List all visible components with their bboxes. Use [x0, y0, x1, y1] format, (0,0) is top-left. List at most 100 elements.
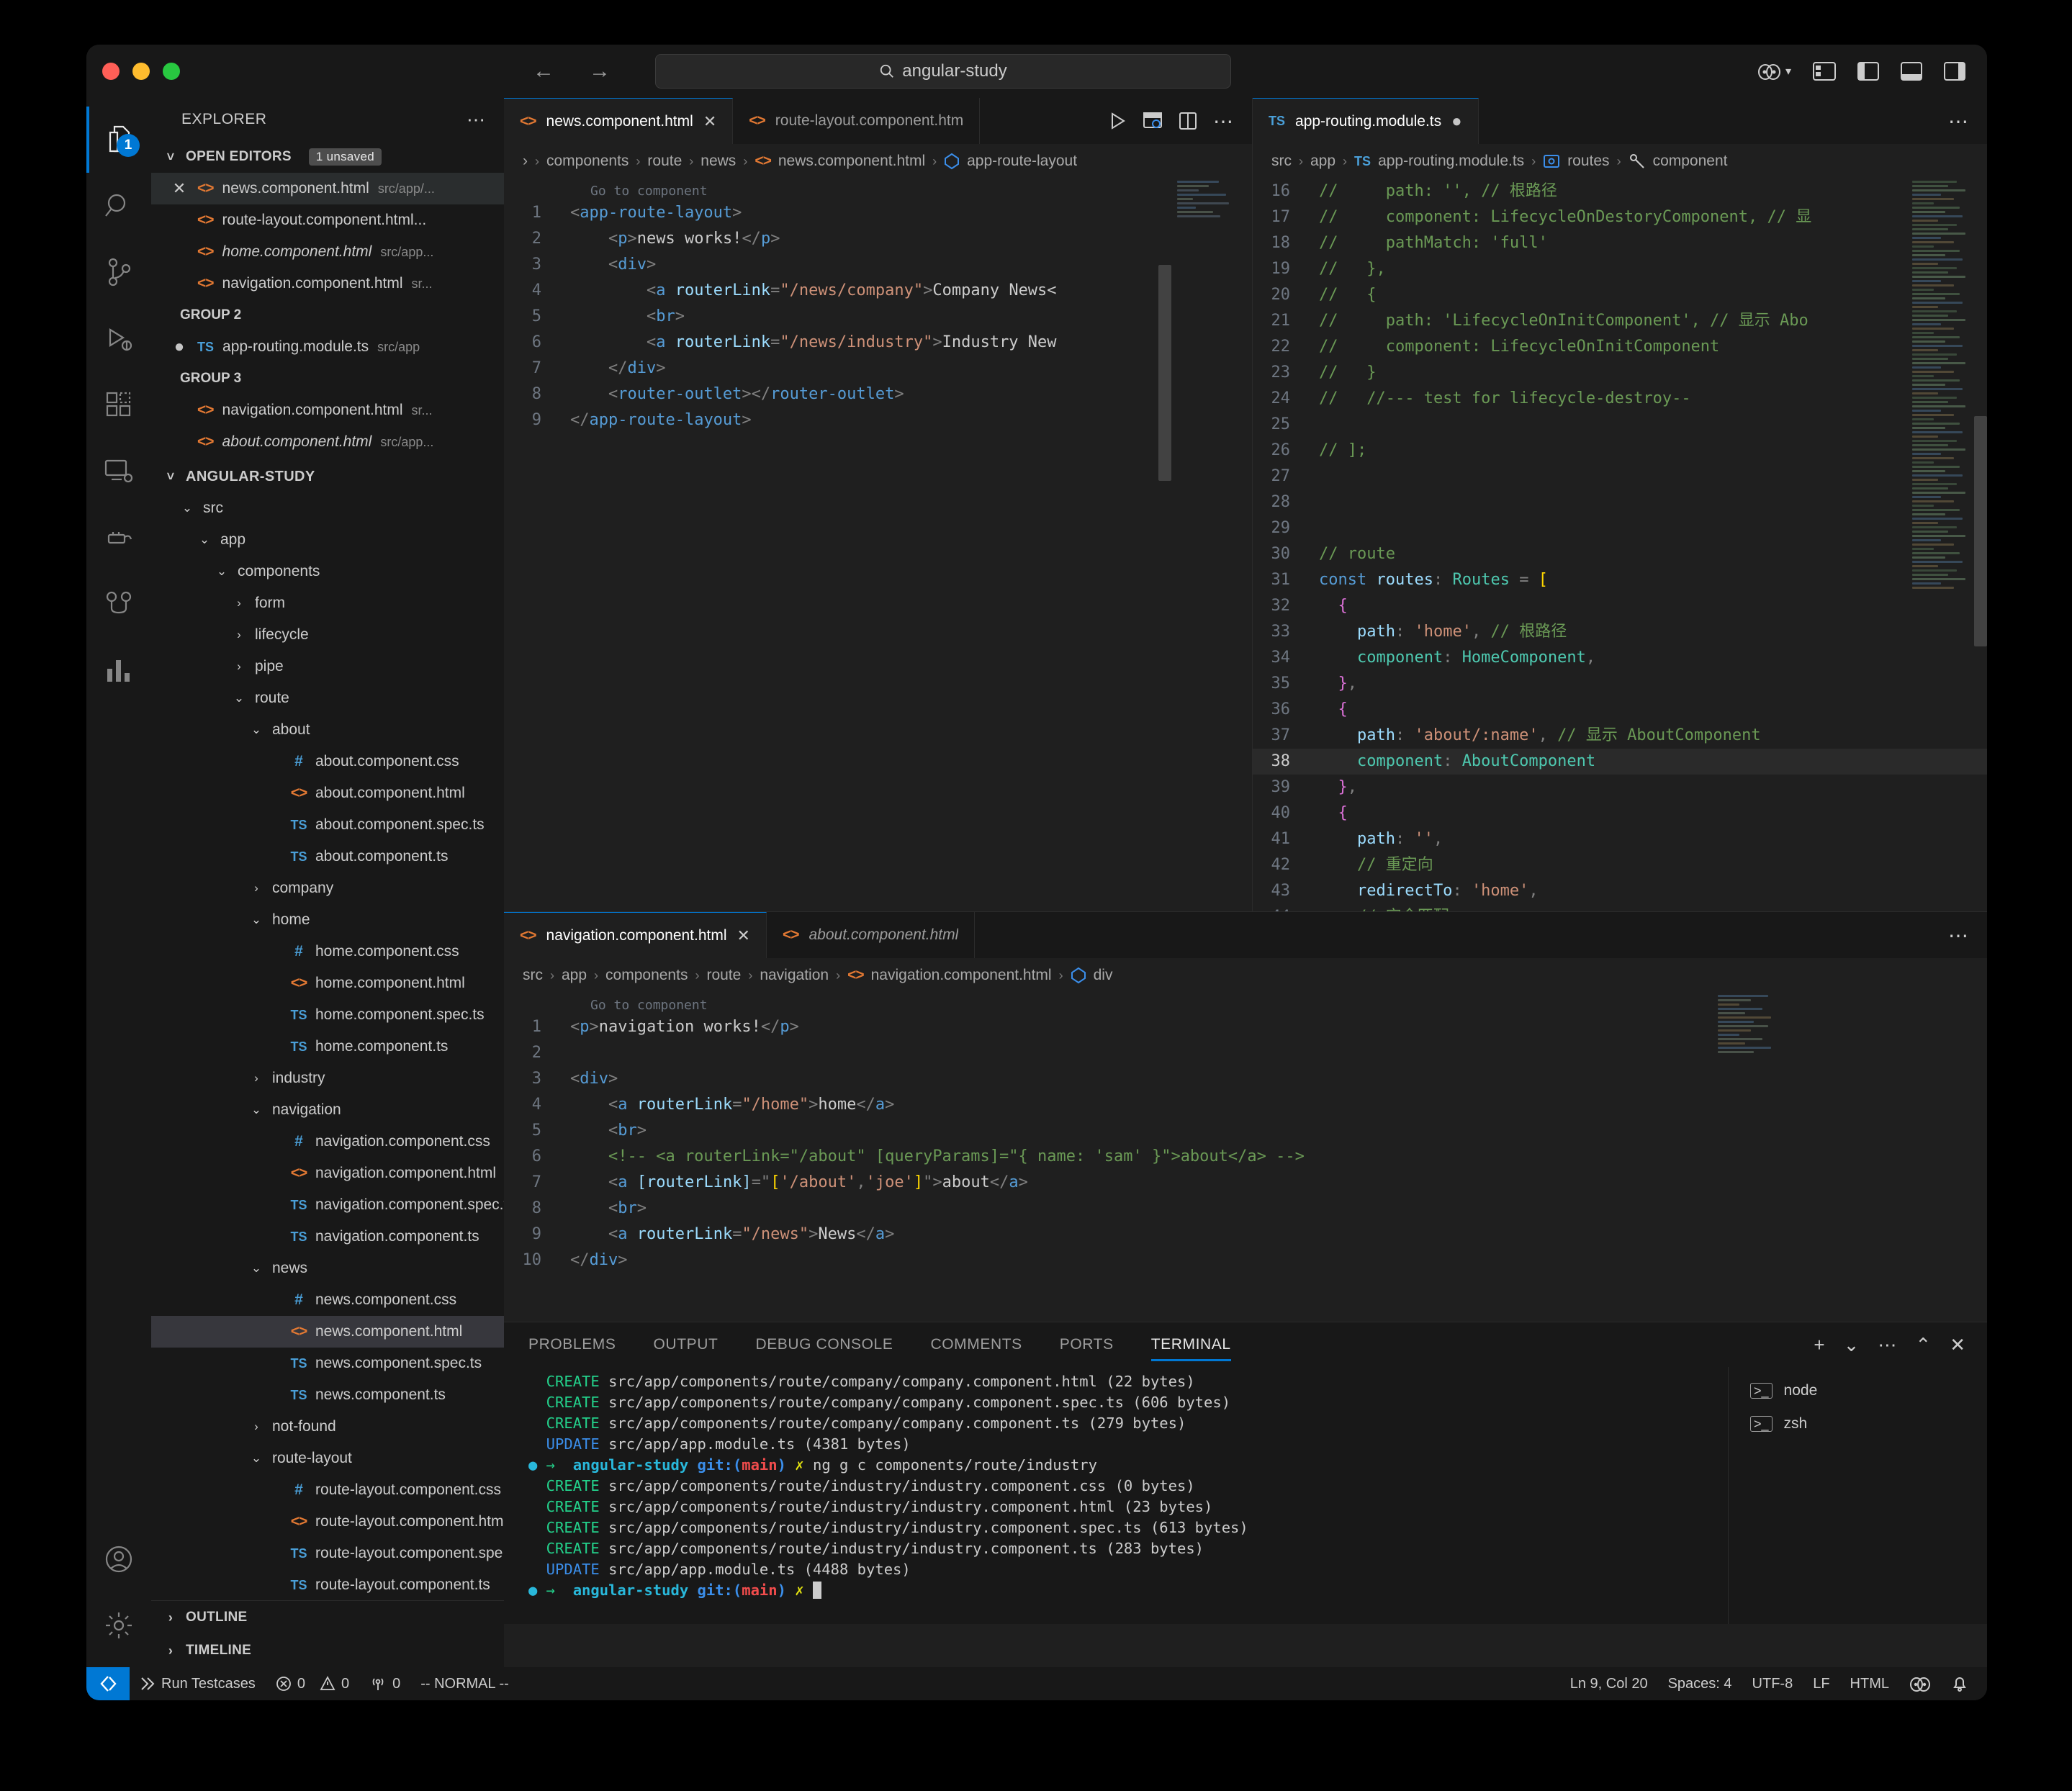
code-line[interactable]: 24// //--- test for lifecycle-destroy--	[1253, 386, 1987, 412]
code-line[interactable]: 17// component: LifecycleOnDestoryCompon…	[1253, 204, 1987, 230]
close-icon[interactable]: ✕	[737, 926, 750, 945]
code-line[interactable]: 41 path: '',	[1253, 826, 1987, 852]
tree-item-industry[interactable]: ›industry	[151, 1063, 504, 1094]
code-line[interactable]: 33 path: 'home', // 根路径	[1253, 619, 1987, 645]
activity-item-testing[interactable]	[86, 570, 151, 636]
tree-item-not-found[interactable]: ›not-found	[151, 1411, 504, 1443]
tree-item-app[interactable]: ⌄app	[151, 524, 504, 556]
minimap[interactable]	[1173, 179, 1252, 911]
panel-tab-comments[interactable]: COMMENTS	[930, 1322, 1022, 1367]
code-line[interactable]: 27	[1253, 464, 1987, 490]
breadcrumb-item[interactable]: navigation.component.html	[871, 967, 1052, 984]
tree-item-form[interactable]: ›form	[151, 587, 504, 619]
tree-item-news[interactable]: ⌄news	[151, 1253, 504, 1284]
code-line[interactable]: 42 // 重定向	[1253, 852, 1987, 878]
tree-item-news-component-html[interactable]: <>news.component.html	[151, 1316, 504, 1348]
code-line[interactable]: 34 component: HomeComponent,	[1253, 645, 1987, 671]
breadcrumb-item[interactable]: components	[546, 153, 629, 170]
code-lines[interactable]: 16// path: '', // 根路径17// component: Lif…	[1253, 179, 1987, 911]
maximize-window-button[interactable]	[163, 63, 180, 80]
panel-tab-ports[interactable]: PORTS	[1060, 1322, 1114, 1367]
activity-item-docker[interactable]	[86, 504, 151, 570]
breadcrumb-item[interactable]: ›	[523, 153, 528, 170]
tab-navigation-component-html[interactable]: <> navigation.component.html ✕	[504, 912, 767, 958]
tree-item-navigation-component-css[interactable]: #navigation.component.css	[151, 1126, 504, 1158]
close-panel-icon[interactable]: ✕	[1950, 1334, 1965, 1356]
run-icon[interactable]	[1109, 112, 1127, 130]
editor-group-3-breadcrumb[interactable]: src › app › components › route › navigat…	[504, 958, 1987, 993]
dirty-indicator-icon[interactable]: ●	[1451, 113, 1462, 130]
panel-tab-terminal[interactable]: TERMINAL	[1151, 1322, 1231, 1367]
timeline-section[interactable]: › TIMELINE	[151, 1634, 504, 1667]
status-eol[interactable]: LF	[1803, 1667, 1839, 1700]
terminal-instance-list[interactable]: >_node>_zsh	[1728, 1367, 1987, 1624]
code-line[interactable]: 28	[1253, 490, 1987, 515]
tab-about-component-html[interactable]: <> about.component.html	[767, 912, 975, 958]
open-editor-row[interactable]: ● TS app-routing.module.ts src/app	[151, 331, 504, 363]
tree-item-about-component-spec-ts[interactable]: TSabout.component.spec.ts	[151, 809, 504, 841]
more-actions-icon[interactable]: ⋯	[1948, 924, 1970, 947]
tree-item-news-component-css[interactable]: #news.component.css	[151, 1284, 504, 1316]
open-editor-row[interactable]: <> home.component.html src/app...	[151, 236, 504, 268]
status-encoding[interactable]: UTF-8	[1742, 1667, 1803, 1700]
tree-item-components[interactable]: ⌄components	[151, 556, 504, 587]
tree-item-company[interactable]: ›company	[151, 872, 504, 904]
panel-tab-output[interactable]: OUTPUT	[654, 1322, 719, 1367]
breadcrumb-item[interactable]: app	[562, 967, 587, 984]
more-actions-icon[interactable]: ⋯	[1213, 109, 1235, 133]
activity-item-charts[interactable]	[86, 636, 151, 703]
tree-item-src[interactable]: ⌄src	[151, 492, 504, 524]
split-editor-icon[interactable]	[1179, 112, 1197, 130]
status-errors[interactable]: 0 0	[266, 1667, 359, 1700]
minimize-window-button[interactable]	[132, 63, 150, 80]
code-line[interactable]: 3 <div>	[504, 252, 1252, 278]
code-line[interactable]: 38 component: AboutComponent	[1253, 749, 1987, 775]
project-root-header[interactable]: ˅ ANGULAR-STUDY	[151, 461, 504, 492]
breadcrumb-item[interactable]: news.component.html	[778, 153, 925, 170]
tree-item-route-layout-component-css[interactable]: #route-layout.component.css	[151, 1474, 504, 1506]
status-run-testcases[interactable]: Run Testcases	[130, 1667, 266, 1700]
panel-tab-problems[interactable]: PROBLEMS	[528, 1322, 616, 1367]
tab-news-component-html[interactable]: <> news.component.html ✕	[504, 98, 733, 144]
breadcrumb-item[interactable]: component	[1653, 153, 1728, 170]
tree-item-home-component-css[interactable]: #home.component.css	[151, 936, 504, 967]
more-actions-icon[interactable]: ⋯	[1948, 109, 1970, 133]
code-line[interactable]: 43 redirectTo: 'home',	[1253, 878, 1987, 904]
breadcrumb-item[interactable]: src	[1271, 153, 1292, 170]
breadcrumb-item[interactable]: route	[647, 153, 682, 170]
code-line[interactable]: 20// {	[1253, 282, 1987, 308]
status-notifications[interactable]	[1941, 1667, 1987, 1700]
open-editor-row[interactable]: <> navigation.component.html sr...	[151, 394, 504, 426]
vertical-scrollbar[interactable]	[1974, 416, 1987, 646]
accounts-menu[interactable]: ▾	[1757, 61, 1791, 81]
tree-item-navigation-component-html[interactable]: <>navigation.component.html	[151, 1158, 504, 1189]
tree-item-about-component-html[interactable]: <>about.component.html	[151, 777, 504, 809]
code-line[interactable]: 16// path: '', // 根路径	[1253, 179, 1987, 204]
code-line[interactable]: 1<app-route-layout>	[504, 200, 1252, 226]
breadcrumb-item[interactable]: news	[701, 153, 736, 170]
tab-app-routing-module-ts[interactable]: TS app-routing.module.ts ●	[1253, 98, 1479, 144]
sidebar-more-actions[interactable]: ⋯	[467, 109, 487, 131]
terminal-instance-zsh[interactable]: >_zsh	[1729, 1407, 1987, 1440]
status-language-mode[interactable]: HTML	[1840, 1667, 1899, 1700]
tree-item-about[interactable]: ⌄about	[151, 714, 504, 746]
tree-item-home-component-ts[interactable]: TShome.component.ts	[151, 1031, 504, 1063]
code-line[interactable]: 37 path: 'about/:name', // 显示 AboutCompo…	[1253, 723, 1987, 749]
file-tree[interactable]: ⌄src⌄app⌄components›form›lifecycle›pipe⌄…	[151, 492, 504, 1600]
editor-group-3-code[interactable]: Go to component 1<p>navigation works!</p…	[504, 993, 1987, 1322]
code-line[interactable]: 30// route	[1253, 541, 1987, 567]
breadcrumb-item[interactable]: app-routing.module.ts	[1378, 153, 1524, 170]
open-editor-row[interactable]: <> route-layout.component.html...	[151, 204, 504, 236]
code-line[interactable]: 18// pathMatch: 'full'	[1253, 230, 1987, 256]
panel-tab-debug-console[interactable]: DEBUG CONSOLE	[755, 1322, 893, 1367]
tree-item-news-component-ts[interactable]: TSnews.component.ts	[151, 1379, 504, 1411]
tree-item-route-layout-component-spe-[interactable]: TSroute-layout.component.spe...	[151, 1538, 504, 1569]
tree-item-about-component-css[interactable]: #about.component.css	[151, 746, 504, 777]
open-editor-row[interactable]: <> navigation.component.html sr...	[151, 268, 504, 299]
breadcrumb-item[interactable]: src	[523, 967, 543, 984]
code-line[interactable]: 44 // 完全匹配	[1253, 904, 1987, 911]
code-line[interactable]: 22// component: LifecycleOnInitComponent	[1253, 334, 1987, 360]
open-editors-header[interactable]: ˅ OPEN EDITORS 1 unsaved	[151, 141, 504, 173]
code-line[interactable]: 21// path: 'LifecycleOnInitComponent', /…	[1253, 308, 1987, 334]
toggle-primary-sidebar-icon[interactable]	[1857, 62, 1879, 81]
